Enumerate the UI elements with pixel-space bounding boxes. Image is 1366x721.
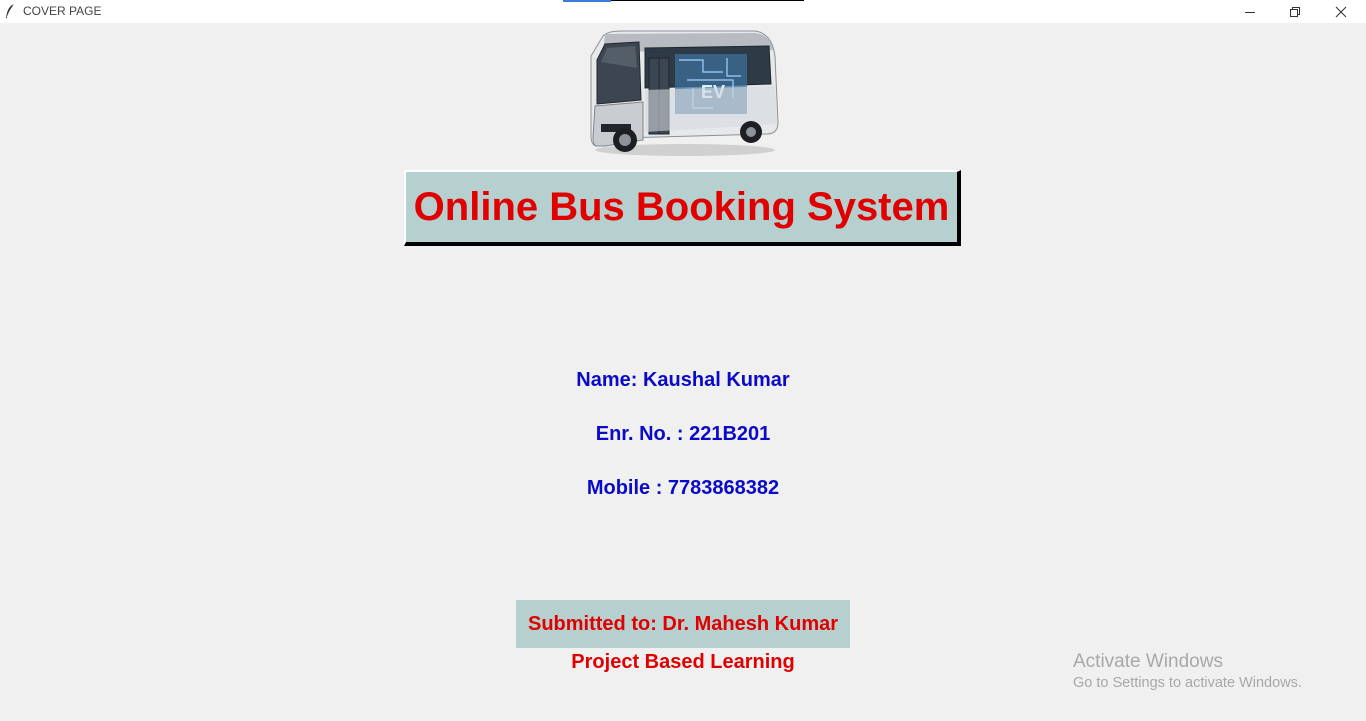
student-name: Name: Kaushal Kumar xyxy=(576,369,790,391)
title-bar[interactable]: COVER PAGE xyxy=(0,0,1366,23)
title-banner: Online Bus Booking System xyxy=(404,170,961,246)
close-icon xyxy=(1335,6,1347,17)
watermark-title: Activate Windows xyxy=(1073,651,1223,672)
close-button[interactable] xyxy=(1318,0,1364,23)
enrollment-number: Enr. No. : 221B201 xyxy=(595,423,771,445)
restore-icon xyxy=(1290,6,1300,17)
submitted-to-label: Submitted to: Dr. Mahesh Kumar xyxy=(527,612,839,635)
submitted-to-banner: Submitted to: Dr. Mahesh Kumar xyxy=(516,600,850,648)
minimize-button[interactable] xyxy=(1227,0,1273,23)
mobile-number: Mobile : 7783868382 xyxy=(586,477,780,499)
activation-watermark: Activate Windows Go to Settings to activ… xyxy=(1073,651,1302,691)
taskbar-focus-accent xyxy=(563,0,611,2)
electric-bus-image: EV xyxy=(583,28,783,158)
minimize-icon xyxy=(1245,11,1255,13)
window-title: COVER PAGE xyxy=(23,4,102,18)
feather-icon xyxy=(4,3,16,19)
page-title: Online Bus Booking System xyxy=(413,184,950,229)
restore-button[interactable] xyxy=(1272,0,1318,23)
watermark-subtitle: Go to Settings to activate Windows. xyxy=(1073,675,1302,691)
